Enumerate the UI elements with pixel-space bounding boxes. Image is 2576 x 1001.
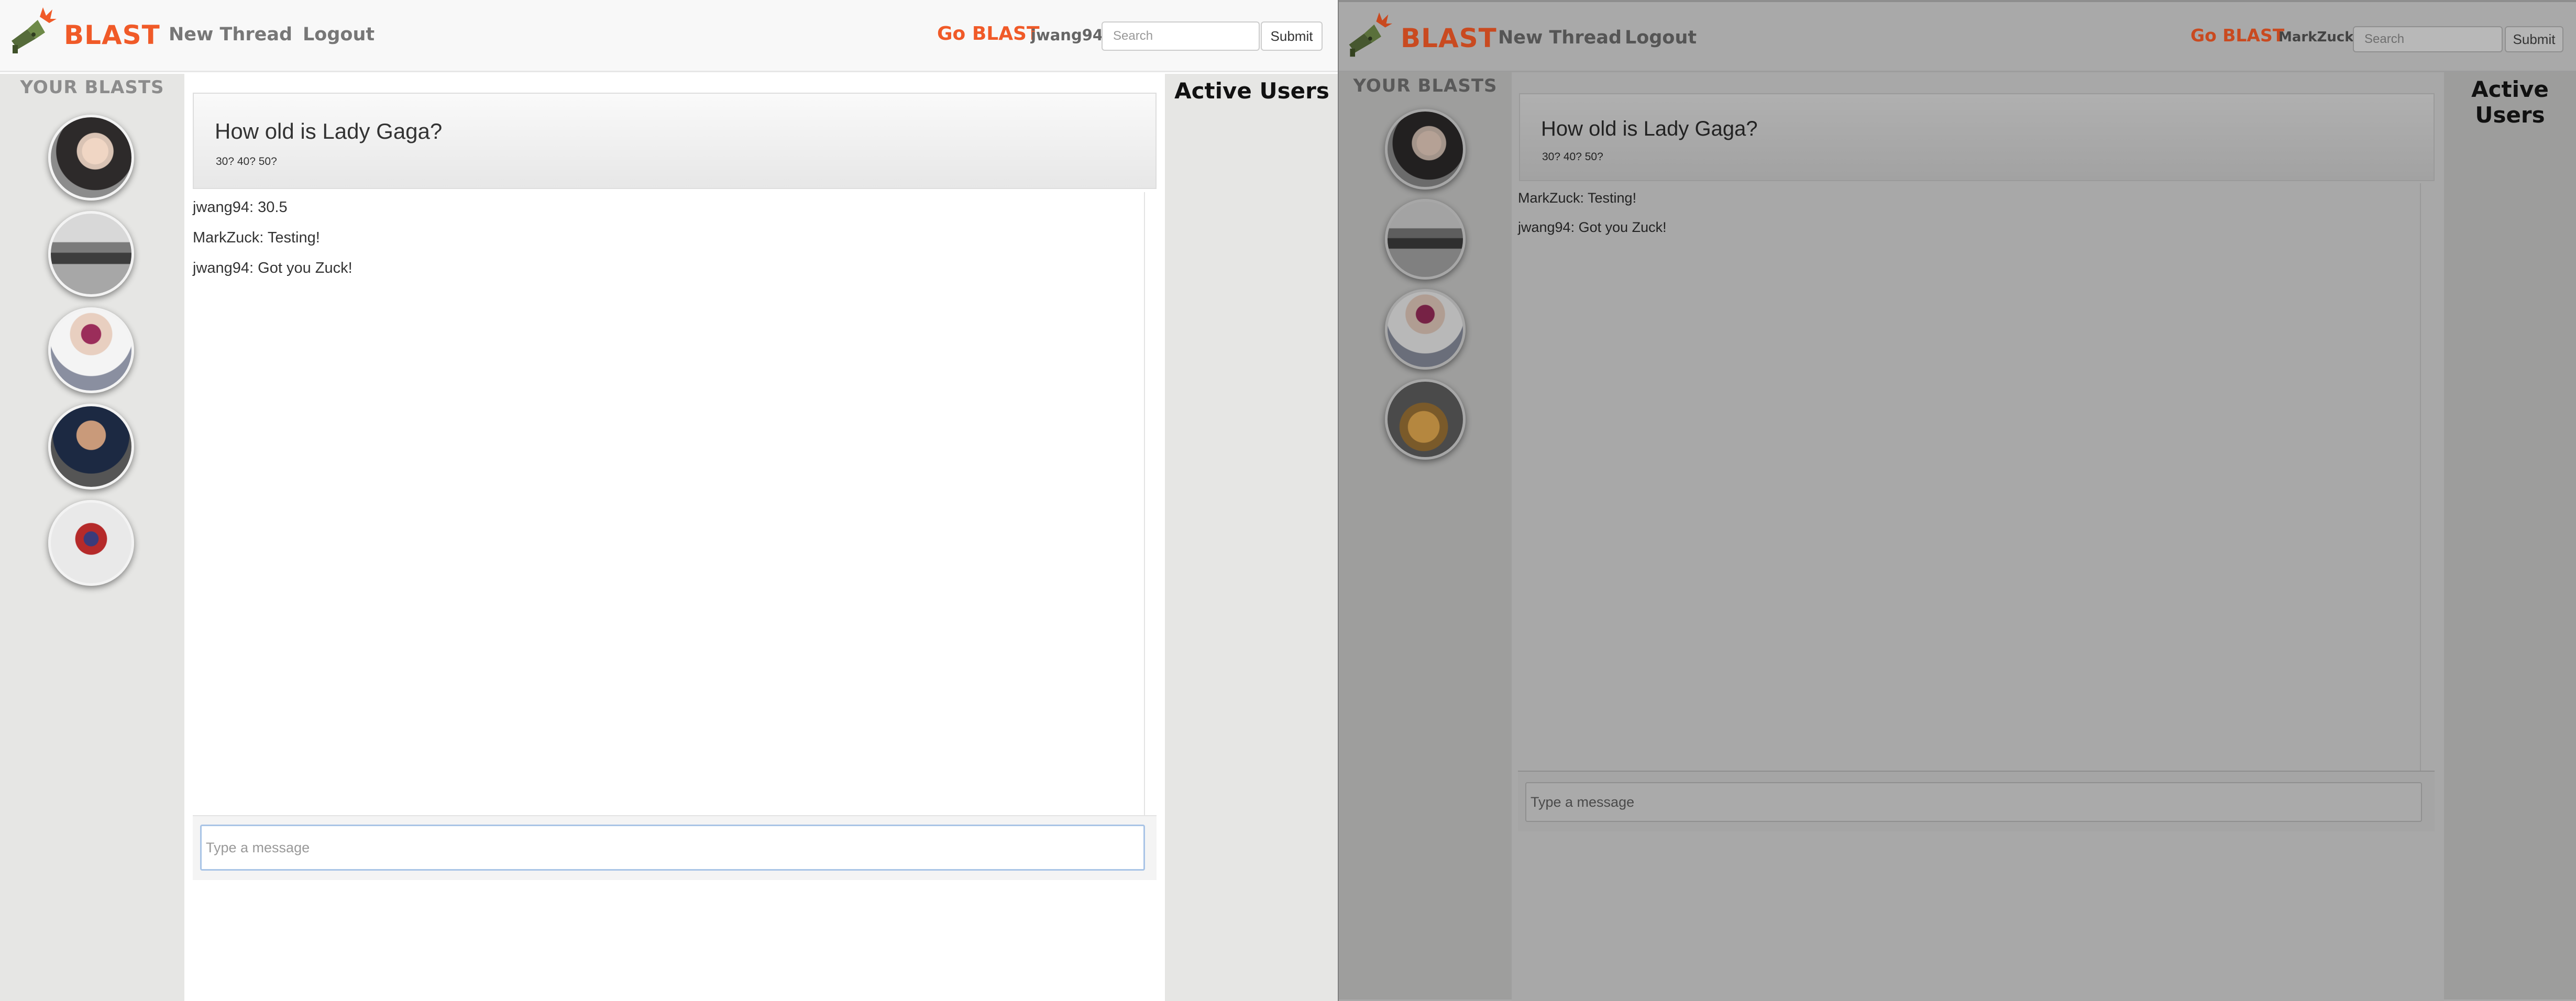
thread-title: How old is Lady Gaga? — [215, 119, 443, 143]
your-blasts-sidebar: YOUR BLASTS — [0, 74, 184, 1001]
thread-subtitle: 30? 40? 50? — [1542, 151, 1603, 163]
chat-main: How old is Lady Gaga? 30? 40? 50? MarkZu… — [1512, 72, 2444, 1001]
car-avatar[interactable] — [1385, 199, 1466, 280]
logout-link[interactable]: Logout — [1625, 27, 1697, 48]
message-input[interactable] — [200, 825, 1145, 871]
go-blast-link[interactable]: Go BLAST — [2190, 25, 2284, 46]
active-users-panel: Active Users — [2444, 72, 2576, 999]
navbar: BLAST New Thread Logout Go BLAST MarkZuc… — [1339, 0, 2576, 72]
new-thread-link[interactable]: New Thread — [1498, 27, 1622, 48]
thread-header: How old is Lady Gaga? 30? 40? 50? — [1519, 93, 2435, 181]
search-submit-button[interactable]: Submit — [1261, 21, 1323, 51]
left-session-window: BLAST New Thread Logout Go BLAST jwang94… — [0, 0, 1339, 1001]
go-blast-link[interactable]: Go BLAST — [937, 23, 1040, 45]
message-list[interactable]: MarkZuck: Testing! jwang94: Got you Zuck… — [1518, 183, 2421, 771]
thread-header: How old is Lady Gaga? 30? 40? 50? — [193, 93, 1157, 189]
active-users-panel: Active Users — [1165, 74, 1339, 1001]
message-input[interactable] — [1525, 782, 2422, 822]
portrait-avatar[interactable] — [48, 307, 134, 393]
brand-name[interactable]: BLAST — [64, 20, 160, 50]
food-avatar[interactable] — [1385, 379, 1466, 460]
megaphone-logo-icon[interactable] — [1343, 9, 1393, 60]
lady-gaga-avatar[interactable] — [1385, 109, 1466, 190]
anime-character-avatar[interactable] — [48, 500, 134, 586]
chat-main: How old is Lady Gaga? 30? 40? 50? jwang9… — [184, 74, 1165, 1001]
jeff-bezos-avatar[interactable] — [48, 404, 134, 490]
message-item: MarkZuck: Testing! — [193, 229, 320, 246]
sidebar-title: YOUR BLASTS — [20, 77, 164, 98]
search-input[interactable] — [2353, 26, 2503, 52]
brand-name[interactable]: BLAST — [1401, 23, 1497, 53]
search-submit-button[interactable]: Submit — [2505, 26, 2563, 52]
logout-link[interactable]: Logout — [303, 24, 375, 45]
active-users-title: Active Users — [2471, 76, 2549, 128]
message-item: jwang94: 30.5 — [193, 199, 288, 216]
active-users-title: Active Users — [1174, 78, 1329, 104]
current-username: jwang94 — [1031, 26, 1104, 44]
current-username: MarkZuck — [2278, 29, 2354, 45]
sidebar-title: YOUR BLASTS — [1353, 75, 1498, 96]
megaphone-logo-icon[interactable] — [5, 4, 58, 57]
thread-subtitle: 30? 40? 50? — [216, 155, 277, 168]
message-composer — [1518, 771, 2435, 831]
navbar: BLAST New Thread Logout Go BLAST jwang94… — [0, 0, 1339, 72]
your-blasts-sidebar: YOUR BLASTS — [1339, 72, 1512, 999]
message-composer — [193, 815, 1157, 880]
portrait-avatar[interactable] — [1385, 289, 1466, 370]
message-list[interactable]: jwang94: 30.5 MarkZuck: Testing! jwang94… — [193, 192, 1145, 815]
search-input[interactable] — [1102, 21, 1260, 51]
message-item: MarkZuck: Testing! — [1518, 190, 1637, 206]
lady-gaga-avatar[interactable] — [48, 115, 134, 201]
message-item: jwang94: Got you Zuck! — [1518, 219, 1667, 235]
thread-title: How old is Lady Gaga? — [1541, 117, 1758, 140]
right-session-window: BLAST New Thread Logout Go BLAST MarkZuc… — [1339, 0, 2576, 1001]
message-item: jwang94: Got you Zuck! — [193, 260, 353, 276]
new-thread-link[interactable]: New Thread — [169, 24, 292, 45]
car-avatar[interactable] — [48, 211, 134, 297]
